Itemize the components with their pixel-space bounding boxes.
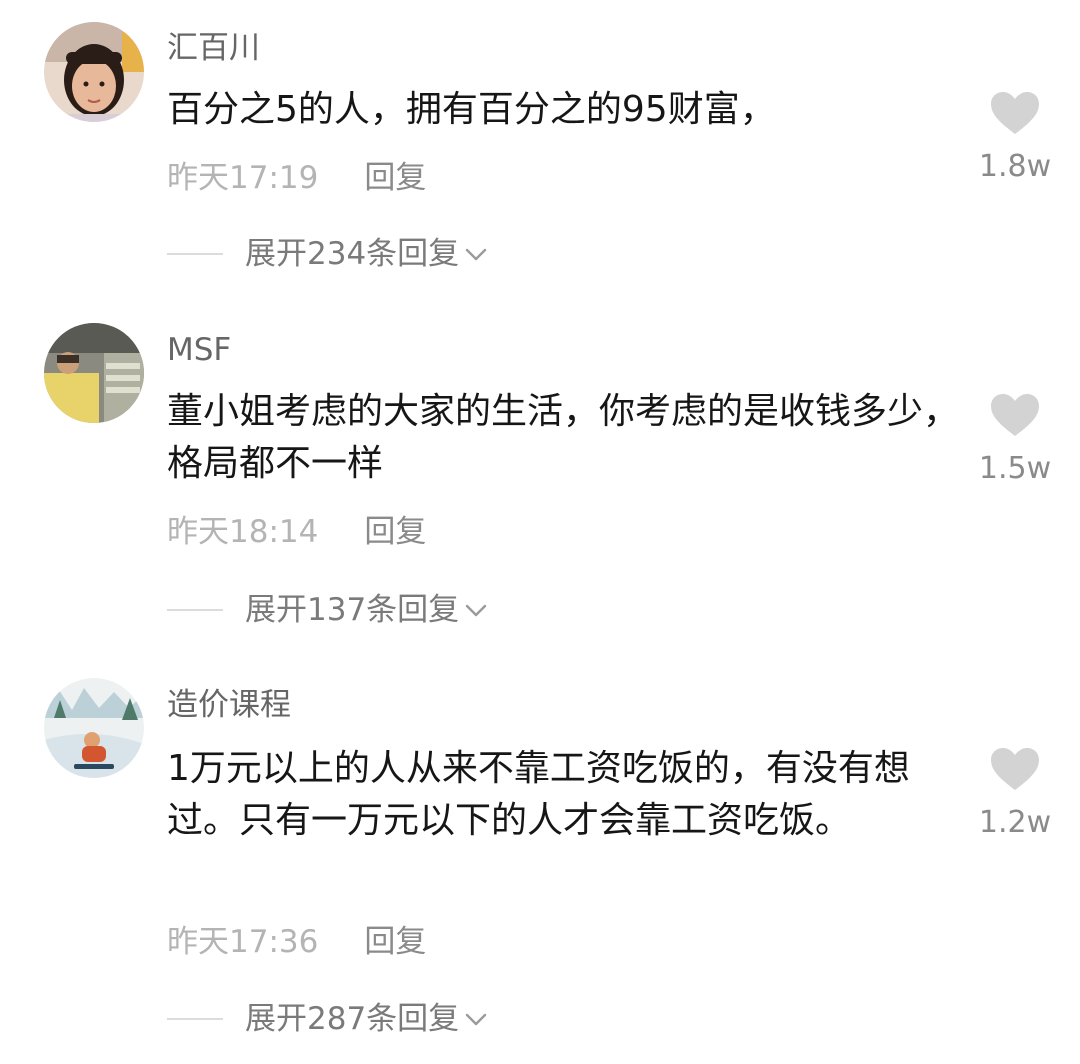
expand-replies-button[interactable]: 展开287条回复 <box>167 1001 489 1037</box>
timestamp: 昨天18:14 <box>167 514 319 550</box>
heart-icon <box>991 394 1039 436</box>
avatar[interactable] <box>44 22 144 122</box>
comment-meta: 昨天18:14 回复 <box>167 514 426 550</box>
expand-replies-button[interactable]: 展开234条回复 <box>167 236 489 272</box>
divider <box>167 253 223 255</box>
expand-replies-label: 展开234条回复 <box>245 236 460 272</box>
reply-button[interactable]: 回复 <box>364 160 426 196</box>
chevron-down-icon <box>465 1013 487 1026</box>
expand-replies-label: 展开137条回复 <box>245 592 460 628</box>
expand-replies-label: 展开287条回复 <box>245 1001 460 1037</box>
like-button[interactable]: 1.5w <box>960 392 1070 486</box>
username[interactable]: 造价课程 <box>167 687 291 723</box>
chevron-down-icon <box>465 604 487 617</box>
like-count: 1.8w <box>978 149 1052 184</box>
reply-button[interactable]: 回复 <box>364 924 426 960</box>
comment-text: 百分之5的人，拥有百分之的95财富， <box>167 89 776 130</box>
comment-meta: 昨天17:19 回复 <box>167 160 426 196</box>
heart-icon <box>991 748 1039 790</box>
divider <box>167 609 223 611</box>
reply-button[interactable]: 回复 <box>364 514 426 550</box>
avatar[interactable] <box>44 323 144 423</box>
like-button[interactable]: 1.2w <box>960 746 1070 840</box>
chevron-down-icon <box>465 248 487 261</box>
heart-icon <box>991 92 1039 134</box>
like-button[interactable]: 1.8w <box>960 90 1070 184</box>
expand-replies-button[interactable]: 展开137条回复 <box>167 592 489 628</box>
username[interactable]: 汇百川 <box>167 30 260 66</box>
username[interactable]: MSF <box>167 332 231 368</box>
timestamp: 昨天17:19 <box>167 160 319 196</box>
divider <box>167 1018 223 1020</box>
comment-meta: 昨天17:36 回复 <box>167 924 426 960</box>
like-count: 1.5w <box>978 451 1052 486</box>
like-count: 1.2w <box>978 805 1052 840</box>
avatar[interactable] <box>44 678 144 778</box>
comment-text: 1万元以上的人从来不靠工资吃饭的，有没有想过。只有一万元以下的人才会靠工资吃饭。 <box>167 748 910 841</box>
comment-text: 董小姐考虑的大家的生活，你考虑的是收钱多少，格局都不一样 <box>167 391 960 484</box>
timestamp: 昨天17:36 <box>167 924 319 960</box>
